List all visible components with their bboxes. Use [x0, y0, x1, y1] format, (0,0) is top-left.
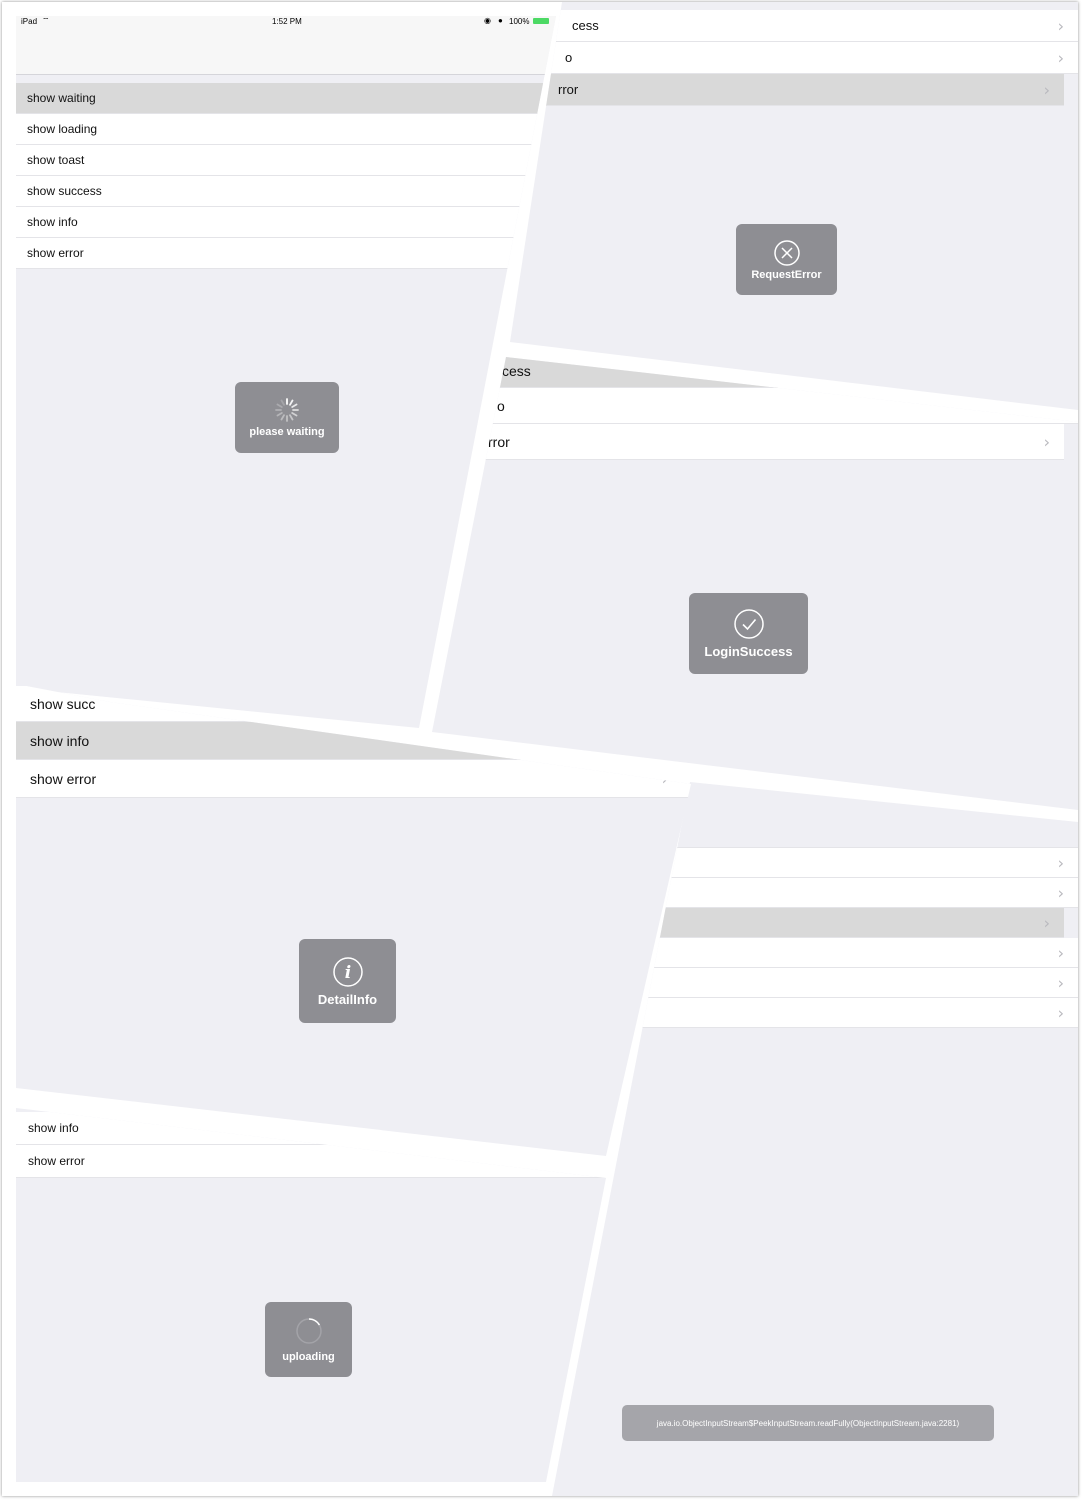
list-item-label: o: [497, 397, 505, 414]
hud-label: LoginSuccess: [704, 644, 793, 659]
checkmark-icon: [733, 609, 764, 639]
list-item-show-waiting[interactable]: show waiting: [16, 83, 556, 114]
hud-label: please waiting: [249, 426, 325, 438]
list-item-label: show succ: [30, 695, 96, 712]
list-item-label: show info: [28, 1121, 79, 1135]
list-item-label: cess: [502, 362, 531, 379]
chevron-right-icon: ›: [1057, 48, 1064, 67]
list-item-show-error[interactable]: show error ›: [16, 760, 691, 798]
screenshot-collage: cess › o › rror › RequestError cess o rr…: [2, 2, 1078, 1496]
activity-spinner-icon: [275, 398, 299, 422]
navigation-bar: [16, 36, 556, 75]
list-item-label: show toast: [27, 153, 85, 167]
chevron-right-icon: ›: [1057, 853, 1064, 872]
wifi-icon: ⌔: [42, 16, 50, 25]
lock-rotation-icon: ◉: [484, 16, 491, 25]
login-success-hud: LoginSuccess: [689, 593, 808, 674]
list-item-label: o: [565, 50, 573, 65]
list-item-show-toast[interactable]: show toast: [16, 145, 556, 176]
progress-ring-icon: [295, 1318, 322, 1344]
list-item-show-error[interactable]: show error: [16, 1145, 606, 1178]
info-icon: i: [332, 956, 363, 987]
carrier-label: iPad: [21, 17, 38, 26]
list-item-label: rror: [558, 82, 579, 97]
uploading-hud: uploading: [265, 1302, 352, 1377]
list-item-label: show loading: [27, 122, 98, 136]
list-item-label: show error: [30, 770, 97, 787]
time-label: 1:52 PM: [272, 17, 302, 26]
list-item-label: rror: [488, 433, 510, 450]
chevron-right-icon: ›: [661, 769, 668, 788]
chevron-right-icon: ›: [1057, 16, 1064, 35]
chevron-right-icon: ›: [1043, 80, 1050, 99]
list-item-label: show info: [30, 732, 90, 749]
chevron-right-icon: ›: [1057, 1003, 1064, 1022]
toast-message: java.io.ObjectInputStream$PeekInputStrea…: [622, 1405, 994, 1441]
list-item-show-loading[interactable]: show loading: [16, 114, 556, 145]
list-item-show-error[interactable]: show error: [16, 238, 556, 269]
list-item-show-info[interactable]: show info: [16, 207, 556, 238]
battery-icon: [533, 18, 549, 24]
chevron-right-icon: ›: [1043, 913, 1050, 932]
request-error-hud: RequestError: [736, 224, 837, 295]
list-item-label: show success: [27, 184, 102, 198]
list-item-label: show info: [27, 215, 78, 229]
detail-info-hud: i DetailInfo: [299, 939, 396, 1023]
chevron-right-icon: ›: [1057, 883, 1064, 902]
list-item-show-success[interactable]: show success: [16, 176, 556, 207]
chevron-right-icon: ›: [1043, 432, 1050, 451]
hud-label: RequestError: [751, 268, 822, 281]
list-item-label: show error: [28, 1154, 85, 1168]
list-item-label: show waiting: [27, 91, 96, 105]
chevron-right-icon: ›: [1057, 943, 1064, 962]
bluetooth-icon: ●: [498, 16, 503, 25]
chevron-right-icon: ›: [1057, 973, 1064, 992]
toast-text: java.io.ObjectInputStream$PeekInputStrea…: [656, 1418, 960, 1428]
waiting-hud: please waiting: [235, 382, 339, 453]
hud-label: uploading: [282, 1351, 335, 1363]
list-item-label: cess: [572, 18, 599, 33]
error-x-icon: [773, 239, 800, 266]
list-item-label: show error: [27, 246, 84, 260]
battery-label: 100%: [509, 17, 530, 26]
status-bar: iPad ⌔ 1:52 PM ◉ ● 100%: [16, 16, 556, 36]
svg-text:i: i: [344, 963, 350, 983]
hud-label: DetailInfo: [317, 991, 378, 1007]
